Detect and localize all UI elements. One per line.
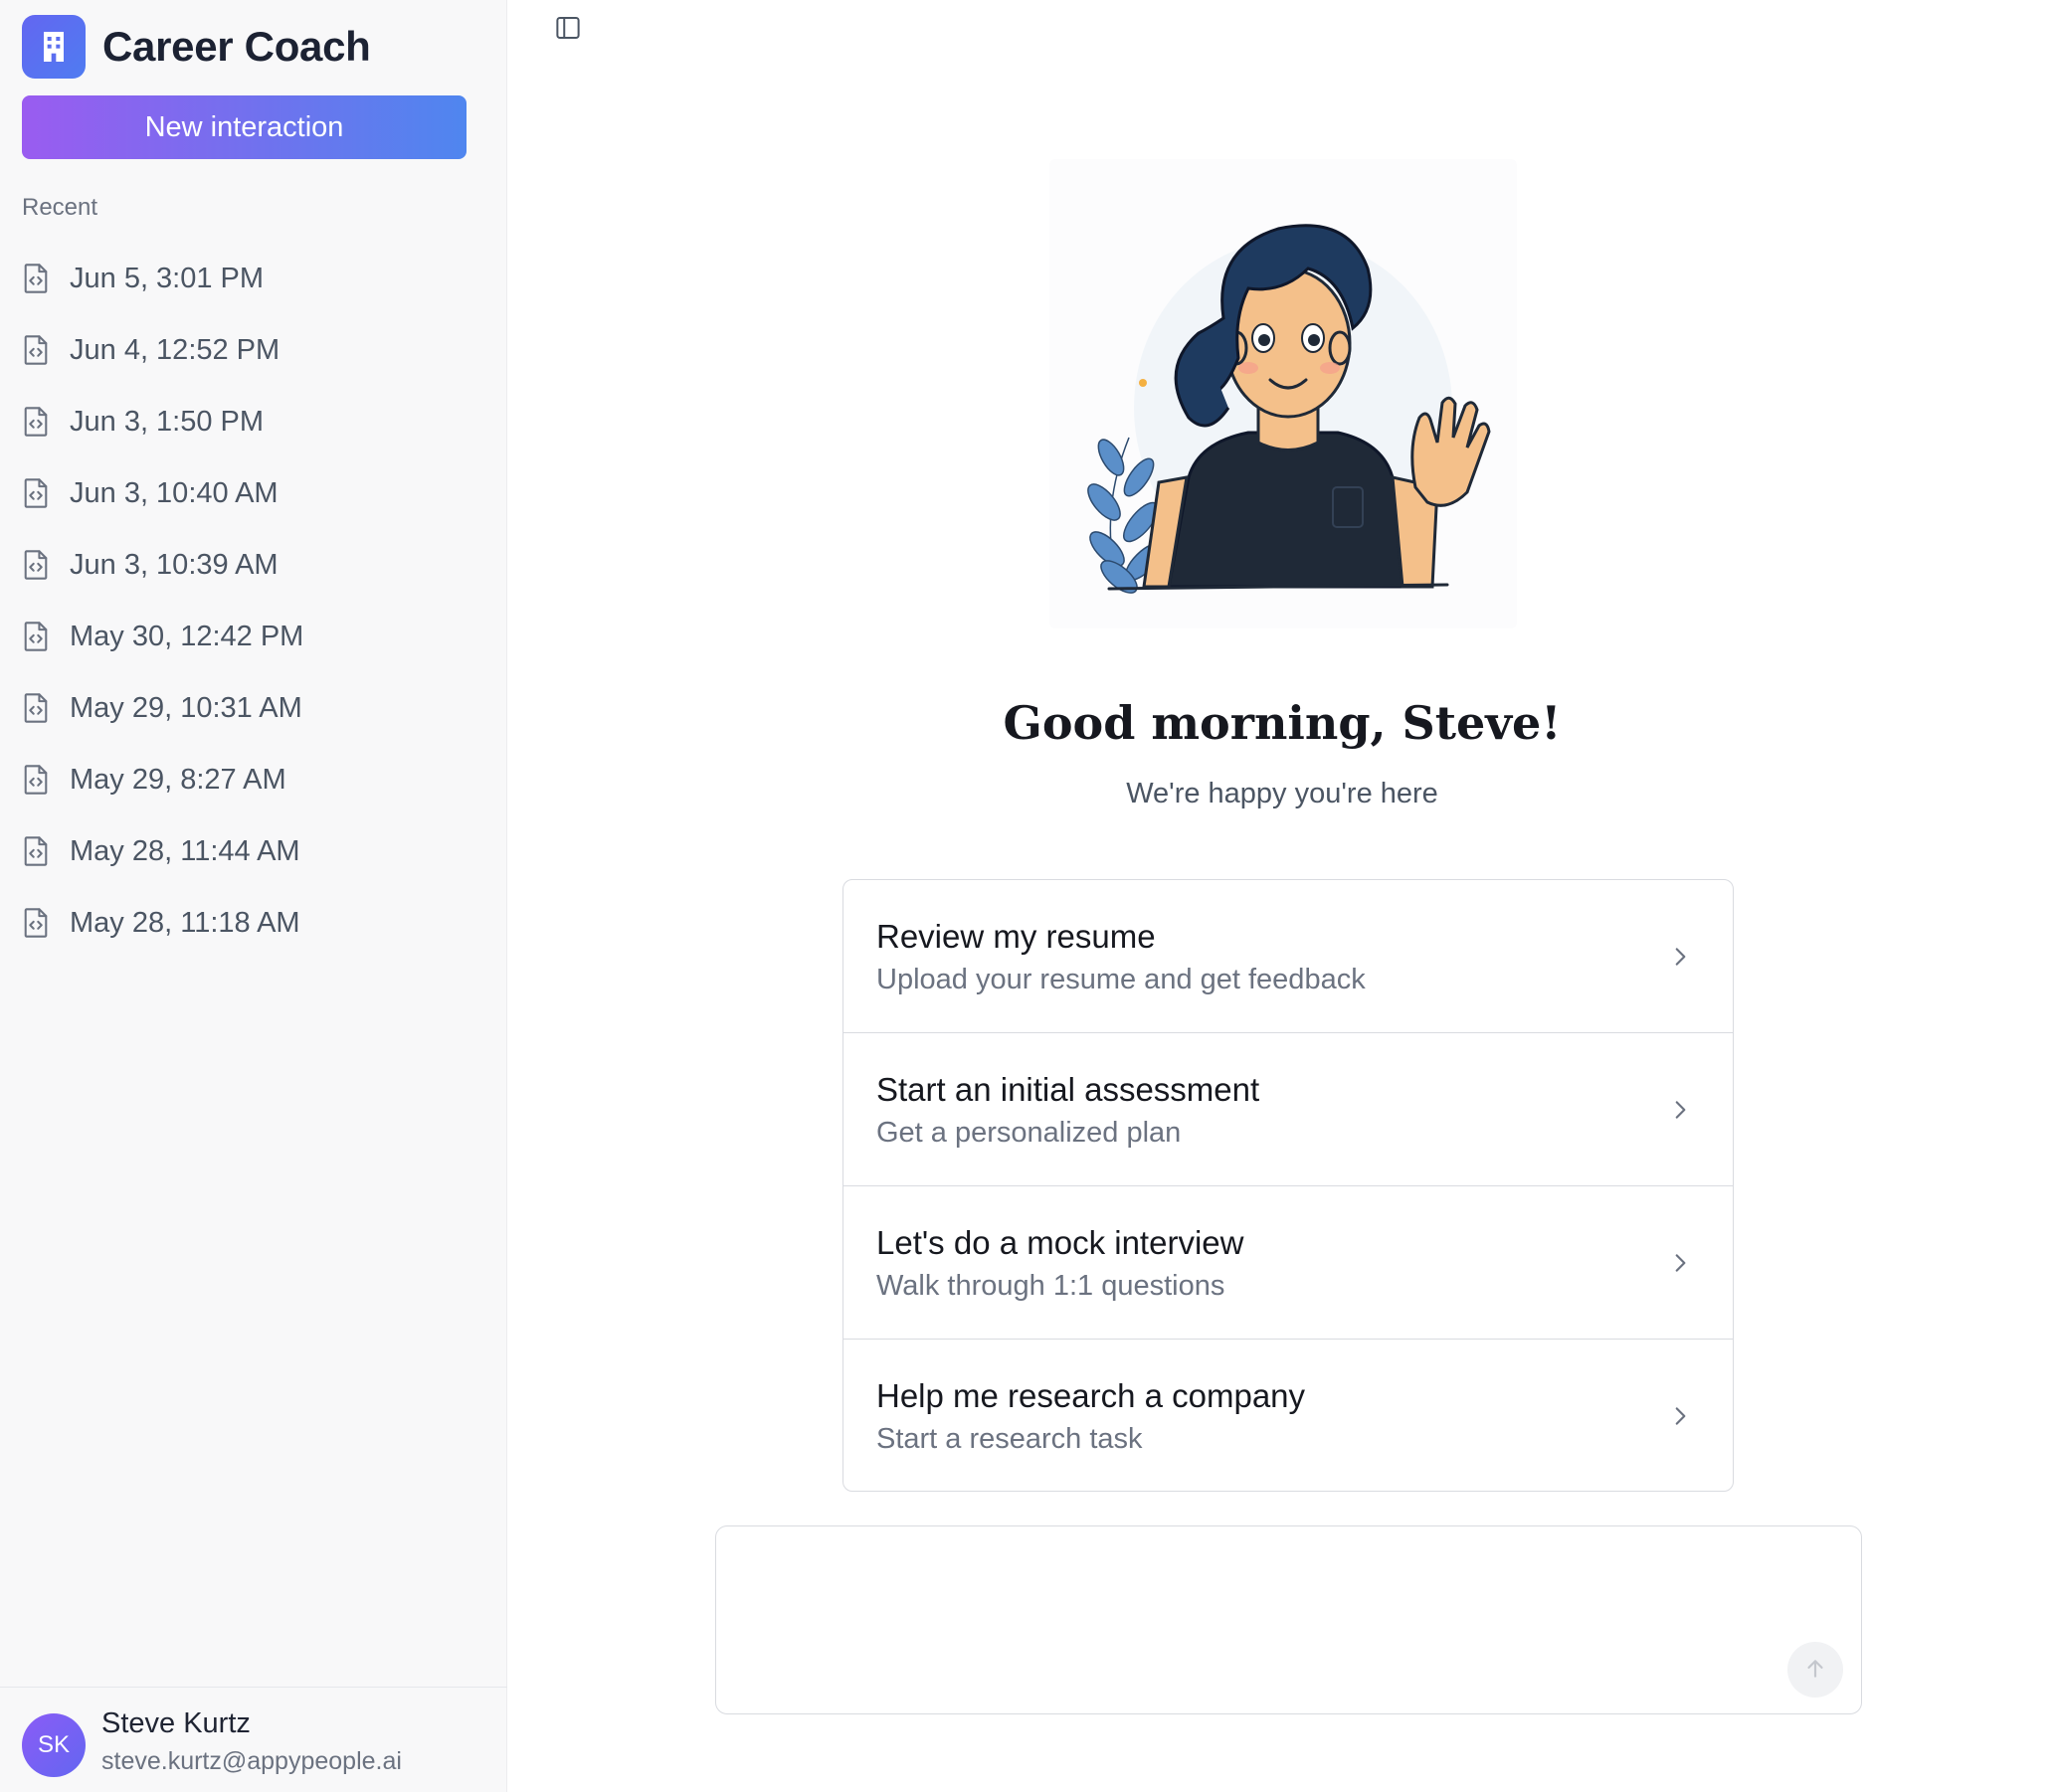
waving-person-illustration [1049,159,1517,628]
recent-heading: Recent [22,194,98,221]
code-document-icon [22,620,52,653]
greeting-heading: Good morning, Steve! [1003,696,1562,750]
recent-item-label: Jun 3, 1:50 PM [70,405,265,438]
recent-item-label: May 30, 12:42 PM [70,620,304,652]
recent-item[interactable]: May 29, 10:31 AM [22,672,479,744]
recent-item[interactable]: Jun 3, 10:40 AM [22,457,479,529]
recent-item-label: May 29, 10:31 AM [70,691,302,724]
recent-item[interactable]: May 29, 8:27 AM [22,744,479,815]
user-name: Steve Kurtz [101,1707,251,1739]
recent-item-label: Jun 3, 10:39 AM [70,548,279,581]
recent-item-label: Jun 5, 3:01 PM [70,262,265,294]
recent-item-label: Jun 4, 12:52 PM [70,333,280,366]
recent-item-label: May 29, 8:27 AM [70,763,286,796]
message-input[interactable] [740,1546,1735,1686]
suggestion-subtitle: Upload your resume and get feedback [876,964,1366,995]
arrow-up-icon [1802,1656,1828,1685]
suggestion-list: Review my resume Upload your resume and g… [842,879,1734,1492]
code-document-icon [22,476,52,510]
suggestion-title: Help me research a company [876,1377,1306,1414]
brand: Career Coach [22,15,371,79]
suggestion-title: Let's do a mock interview [876,1224,1244,1261]
suggestion-title: Start an initial assessment [876,1071,1260,1108]
recent-item[interactable]: Jun 5, 3:01 PM [22,243,479,314]
suggestion-subtitle: Get a personalized plan [876,1117,1182,1149]
greeting-subtitle: We're happy you're here [1126,778,1438,809]
suggestion-title: Review my resume [876,918,1156,955]
chevron-right-icon [1665,1401,1695,1431]
recent-item[interactable]: Jun 4, 12:52 PM [22,314,479,386]
code-document-icon [22,405,52,439]
code-document-icon [22,691,52,725]
suggestion-option[interactable]: Let's do a mock interview Walk through 1:… [843,1186,1733,1340]
chevron-right-icon [1665,1248,1695,1278]
recent-item[interactable]: May 30, 12:42 PM [22,601,479,672]
send-button[interactable] [1787,1642,1843,1698]
recent-item[interactable]: Jun 3, 10:39 AM [22,529,479,601]
recent-item-label: Jun 3, 10:40 AM [70,476,279,509]
code-document-icon [22,906,52,940]
suggestion-subtitle: Start a research task [876,1423,1143,1455]
code-document-icon [22,834,52,868]
avatar[interactable]: SK [22,1713,86,1777]
sidebar: Career Coach New interaction Recent Jun … [0,0,507,1792]
recent-item-label: May 28, 11:18 AM [70,906,300,939]
chevron-right-icon [1665,942,1695,972]
code-document-icon [22,763,52,797]
building-icon [22,15,86,79]
new-interaction-button[interactable]: New interaction [22,95,467,159]
recent-list: Jun 5, 3:01 PM Jun 4, 12:52 PM Jun 3, 1:50… [22,243,479,959]
suggestion-subtitle: Walk through 1:1 questions [876,1270,1225,1302]
suggestion-option[interactable]: Help me research a company Start a resear… [843,1340,1733,1491]
suggestion-option[interactable]: Start an initial assessment Get a persona… [843,1033,1733,1186]
recent-item[interactable]: Jun 3, 1:50 PM [22,386,479,457]
suggestion-option[interactable]: Review my resume Upload your resume and g… [843,880,1733,1033]
recent-item[interactable]: May 28, 11:44 AM [22,815,479,887]
recent-item[interactable]: May 28, 11:18 AM [22,887,479,959]
chevron-right-icon [1665,1095,1695,1125]
code-document-icon [22,548,52,582]
sidebar-toggle-icon[interactable] [550,10,586,46]
user-profile[interactable]: SK Steve Kurtz steve.kurtz@appypeople.ai [0,1687,507,1792]
message-composer [715,1525,1862,1714]
code-document-icon [22,262,52,295]
recent-item-label: May 28, 11:44 AM [70,834,300,867]
code-document-icon [22,333,52,367]
user-email: steve.kurtz@appypeople.ai [101,1747,402,1775]
app-title: Career Coach [102,23,371,70]
